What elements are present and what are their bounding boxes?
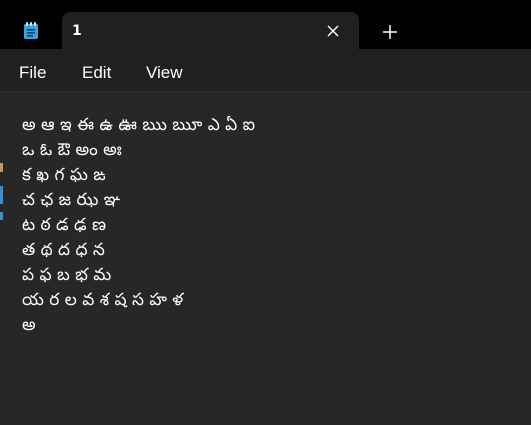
editor-line: చ ఛ జ ఝ ఞ [22, 190, 121, 210]
menu-view[interactable]: View [146, 63, 183, 83]
editor-line: ప ఫ బ భ మ [22, 265, 112, 285]
tab-title: 1 [72, 23, 82, 39]
editor-line: య ర ల వ శ ష స హ ళ [22, 290, 184, 310]
close-icon[interactable] [326, 23, 340, 37]
window-edge-mark [0, 163, 3, 172]
editor-line: అ [22, 315, 36, 335]
editor-line: త థ ద ధ న [22, 240, 105, 260]
editor-line: ట ఠ డ ఢ ణ [22, 215, 107, 235]
text-editor[interactable]: అ ఆ ఇ ఈ ఉ ఊ ఋ ౠ ఎ ఏ ఐ ఒ ఓ ఔ అం అః క ఖ గ … [0, 92, 531, 425]
editor-line: ఒ ఓ ఔ అం అః [22, 140, 122, 160]
notepad-icon [23, 22, 39, 40]
menu-edit[interactable]: Edit [82, 63, 111, 83]
menu-bar: File Edit View [0, 49, 531, 92]
menu-file[interactable]: File [19, 63, 46, 83]
editor-line: క ఖ గ ఘ ఙ [22, 165, 106, 185]
title-bar: 1 [0, 0, 531, 49]
plus-icon[interactable] [382, 24, 398, 40]
window-edge-mark [0, 212, 3, 220]
tab-document[interactable]: 1 [62, 12, 359, 49]
window-edge-mark [0, 186, 3, 204]
editor-line: అ ఆ ఇ ఈ ఉ ఊ ఋ ౠ ఎ ఏ ఐ [22, 115, 256, 135]
notepad-window: 1 File Edit View అ ఆ ఇ ఈ ఉ ఊ ఋ ౠ ఎ ఏ ఐ ఒ… [0, 0, 531, 425]
